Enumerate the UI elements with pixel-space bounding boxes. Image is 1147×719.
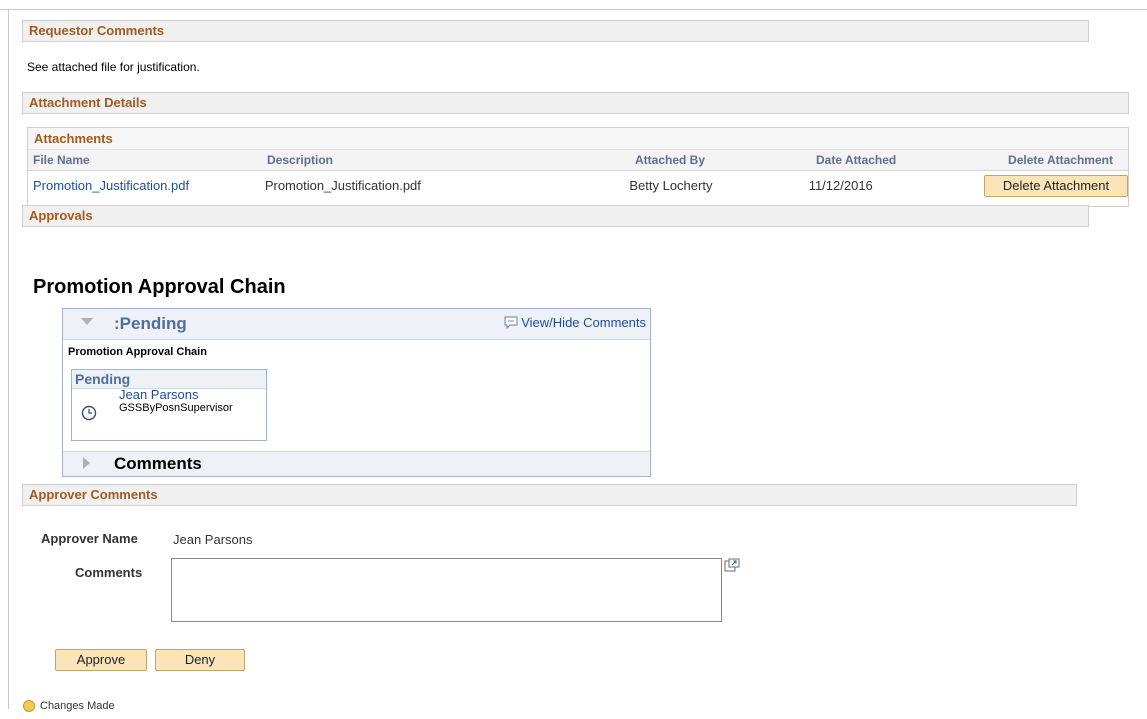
approval-step-box: Pending Jean Parsons GSSByPosnSupervisor bbox=[71, 369, 267, 441]
approvals-header: Approvals bbox=[22, 205, 1089, 227]
attachment-date: 11/12/2016 bbox=[808, 178, 873, 193]
comments-collapsible[interactable]: Comments bbox=[63, 451, 650, 476]
attachment-file-link[interactable]: Promotion_Justification.pdf bbox=[33, 178, 189, 193]
column-file-name: File Name bbox=[33, 153, 90, 167]
requestor-comments-text: See attached file for justification. bbox=[27, 60, 200, 74]
comments-textarea[interactable] bbox=[171, 558, 722, 622]
approval-chain-panel: :Pending View/Hide Comments Promotion Ap… bbox=[62, 308, 651, 477]
table-row: Promotion_Justification.pdf Promotion_Ju… bbox=[28, 171, 1128, 201]
column-date-attached: Date Attached bbox=[816, 153, 897, 167]
view-hide-comments-label: View/Hide Comments bbox=[521, 315, 646, 330]
attachments-grid-header: File Name Description Attached By Date A… bbox=[28, 149, 1128, 171]
column-delete-attachment: Delete Attachment bbox=[1008, 153, 1113, 167]
approver-role: GSSByPosnSupervisor bbox=[119, 402, 233, 414]
changes-made-indicator-icon bbox=[23, 700, 35, 712]
approver-name-value: Jean Parsons bbox=[173, 532, 253, 547]
changes-made-label: Changes Made bbox=[40, 700, 115, 712]
approver-name-label: Approver Name bbox=[41, 531, 138, 546]
approval-chain-header: :Pending View/Hide Comments bbox=[63, 309, 650, 340]
comments-section-label: Comments bbox=[114, 454, 202, 473]
left-border bbox=[8, 9, 9, 709]
chain-subtitle: Promotion Approval Chain bbox=[68, 346, 207, 358]
expand-textarea-icon[interactable] bbox=[724, 558, 740, 572]
attachments-grid: Attachments File Name Description Attach… bbox=[27, 127, 1129, 207]
approve-button[interactable]: Approve bbox=[55, 649, 147, 671]
clock-icon bbox=[81, 405, 97, 421]
attachments-grid-title: Attachments bbox=[28, 128, 1128, 149]
requestor-comments-header: Requestor Comments bbox=[22, 20, 1089, 42]
attachment-attached-by: Betty Locherty bbox=[629, 178, 713, 193]
attachment-description: Promotion_Justification.pdf bbox=[264, 178, 421, 193]
deny-button[interactable]: Deny bbox=[155, 649, 245, 671]
delete-attachment-button[interactable]: Delete Attachment bbox=[984, 175, 1128, 197]
approval-chain-title: Promotion Approval Chain bbox=[33, 276, 286, 298]
attachment-details-header: Attachment Details bbox=[22, 92, 1129, 114]
comments-label: Comments bbox=[75, 565, 143, 580]
approver-name-link[interactable]: Jean Parsons bbox=[119, 387, 199, 402]
collapse-triangle-icon[interactable] bbox=[81, 318, 93, 325]
approver-comments-header: Approver Comments bbox=[22, 484, 1077, 506]
approval-status-title: :Pending bbox=[114, 314, 187, 333]
column-attached-by: Attached By bbox=[635, 153, 706, 167]
column-description: Description bbox=[267, 153, 334, 167]
comment-bubble-icon bbox=[504, 316, 518, 330]
top-border bbox=[0, 9, 1147, 10]
view-hide-comments-link[interactable]: View/Hide Comments bbox=[503, 315, 646, 330]
expand-triangle-icon[interactable] bbox=[83, 457, 90, 469]
